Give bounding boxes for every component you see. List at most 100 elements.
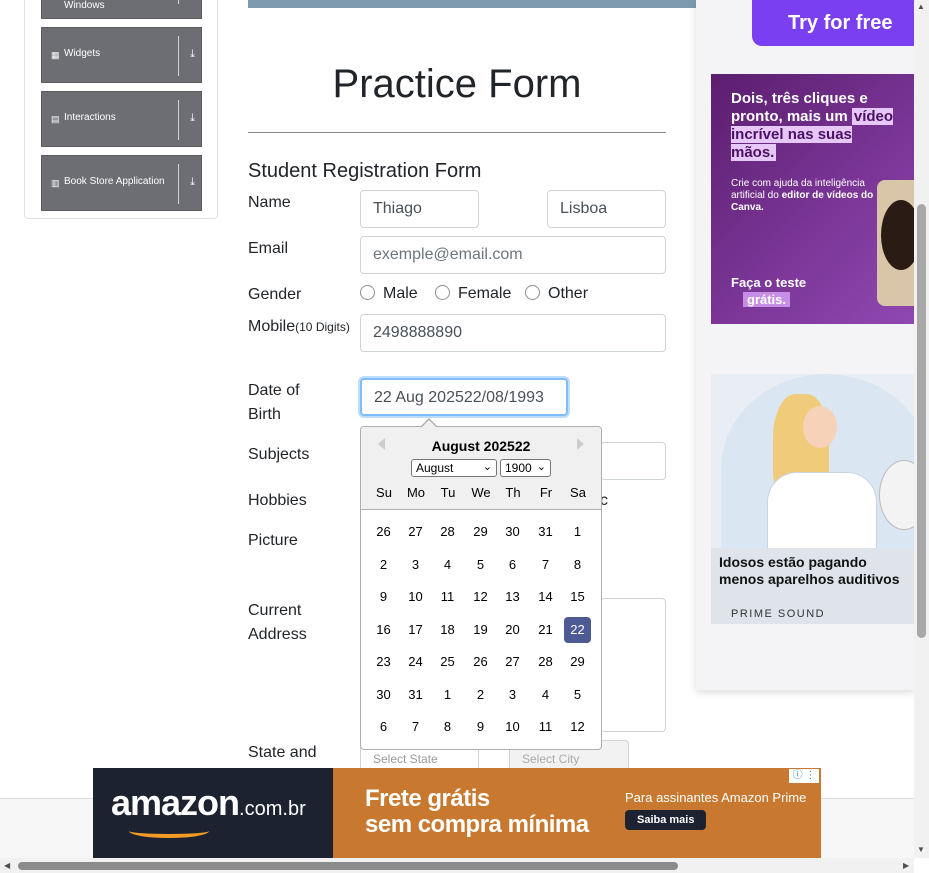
calendar-day[interactable]: 8 [564, 552, 591, 578]
calendar-day[interactable]: 18 [434, 617, 461, 643]
calendar-day[interactable]: 2 [467, 682, 494, 708]
divider [178, 100, 179, 140]
month-select-value: August [416, 461, 454, 475]
dob-label: Date of Birth [248, 379, 300, 427]
calendar-day[interactable]: 24 [402, 649, 429, 675]
calendar-day[interactable]: 2 [370, 552, 397, 578]
radio-label: Other [548, 285, 589, 302]
calendar-day[interactable]: 27 [402, 519, 429, 545]
calendar-day[interactable]: 31 [402, 682, 429, 708]
weekday-label: Th [505, 485, 521, 500]
canva-ad-cta: Faça o teste grátis. [731, 274, 806, 308]
prime-ad-brand: PRIME SOUND [731, 608, 826, 620]
amazon-wordmark: amazon.com.br [111, 782, 306, 824]
canva-ad-photo [877, 180, 917, 306]
calendar-day[interactable]: 20 [499, 617, 526, 643]
calendar-day[interactable]: 3 [402, 552, 429, 578]
calendar-day[interactable]: 7 [532, 552, 559, 578]
calendar-day[interactable]: 22 [564, 616, 591, 643]
radio-circle [360, 285, 375, 300]
calendar-day[interactable]: 6 [499, 552, 526, 578]
calendar-day[interactable]: 4 [532, 682, 559, 708]
prime-ad-headline: Idosos estão pagando menos aparelhos aud… [719, 554, 900, 587]
subjects-label: Subjects [248, 446, 310, 463]
date-picker-header: August 202522 August ⌄ 1900 ⌄ Su Mo Tu We Th… [361, 427, 601, 510]
calendar-day[interactable]: 12 [467, 584, 494, 610]
vertical-scrollbar-thumb[interactable] [917, 204, 926, 638]
calendar-day[interactable]: 12 [564, 714, 591, 740]
calendar-day[interactable]: 28 [532, 649, 559, 675]
dob-input[interactable]: 22 Aug 202522/08/1993 [360, 378, 568, 416]
divider [248, 132, 666, 133]
last-name-input[interactable]: Lisboa [547, 190, 666, 228]
calendar-day[interactable]: 23 [370, 649, 397, 675]
calendar-day[interactable]: 28 [434, 519, 461, 545]
calendar-day[interactable]: 16 [370, 617, 397, 643]
calendar-day[interactable]: 27 [499, 649, 526, 675]
calendar-day[interactable]: 7 [402, 714, 429, 740]
download-icon: ⤓ [190, 48, 195, 60]
chevron-down-icon: ⌄ [536, 461, 546, 473]
weekday-label: Mo [406, 485, 426, 500]
calendar-day[interactable]: 17 [402, 617, 429, 643]
gender-radio-female[interactable]: Female [435, 285, 511, 303]
month-select[interactable]: August ⌄ [411, 459, 497, 477]
gender-radio-other[interactable]: Other [525, 285, 588, 303]
calendar-day[interactable]: 10 [402, 584, 429, 610]
calendar-day[interactable]: 31 [532, 519, 559, 545]
calendar-day[interactable]: 21 [532, 617, 559, 643]
email-input[interactable]: exemple@email.com [360, 236, 666, 274]
saiba-mais-button[interactable]: Saiba mais [625, 810, 707, 830]
scroll-right-icon[interactable]: ▶ [903, 861, 909, 870]
weekday-label: Fr [539, 485, 553, 500]
calendar-day[interactable]: 29 [564, 649, 591, 675]
try-free-button[interactable]: Try for free [752, 0, 922, 46]
weekday-label: Sa [570, 485, 586, 500]
amazon-wordmark-text: amazon [111, 782, 240, 823]
calendar-day[interactable]: 6 [370, 714, 397, 740]
mobile-input[interactable]: 2498888890 [360, 314, 666, 352]
scroll-left-icon[interactable]: ◀ [4, 861, 10, 870]
horizontal-scrollbar-thumb[interactable] [18, 862, 678, 870]
calendar-day[interactable]: 30 [370, 682, 397, 708]
calendar-day[interactable]: 8 [434, 714, 461, 740]
calendar-day[interactable]: 19 [467, 617, 494, 643]
scroll-up-icon[interactable]: ▲ [917, 2, 925, 11]
calendar-day[interactable]: 3 [499, 682, 526, 708]
ad-info-icon[interactable]: ⓘ ⋮ [789, 769, 819, 783]
calendar-day[interactable]: 5 [467, 552, 494, 578]
calendar-day[interactable]: 1 [434, 682, 461, 708]
calendar-day[interactable]: 13 [499, 584, 526, 610]
calendar-day[interactable]: 30 [499, 519, 526, 545]
calendar-day[interactable]: 10 [499, 714, 526, 740]
address-label-line2: Address [248, 626, 307, 643]
calendar-day[interactable]: 26 [467, 649, 494, 675]
address-textarea[interactable] [600, 598, 666, 732]
amazon-ad-banner[interactable]: amazon.com.br Frete grátis sem compra mín… [93, 768, 821, 858]
calendar-day[interactable]: 14 [532, 584, 559, 610]
header-banner-strip [248, 0, 698, 8]
calendar-day[interactable]: 25 [434, 649, 461, 675]
illustration-doctor-face [803, 406, 837, 448]
calendar-day[interactable]: 26 [370, 519, 397, 545]
prime-sound-ad[interactable]: Idosos estão pagando menos aparelhos aud… [711, 374, 916, 624]
calendar-day[interactable]: 29 [467, 519, 494, 545]
calendar-day[interactable]: 11 [532, 714, 559, 740]
calendar-day[interactable]: 1 [564, 519, 591, 545]
calendar-day[interactable]: 15 [564, 584, 591, 610]
calendar-day[interactable]: 4 [434, 552, 461, 578]
sidebar-group-interactions[interactable]: ▤ Interactions ⤓ [41, 91, 202, 147]
first-name-input[interactable]: Thiago [360, 190, 479, 228]
scroll-down-icon[interactable]: ▼ [917, 845, 925, 854]
subjects-input[interactable] [600, 442, 666, 480]
calendar-day[interactable]: 9 [370, 584, 397, 610]
sidebar-group-book-store[interactable]: ▥ Book Store Application ⤓ [41, 155, 202, 211]
calendar-day[interactable]: 9 [467, 714, 494, 740]
canva-ad[interactable]: Dois, três cliques e pronto, mais um víd… [711, 74, 917, 324]
calendar-day[interactable]: 5 [564, 682, 591, 708]
sidebar-group-windows[interactable]: Windows ⤓ [41, 0, 202, 19]
year-select[interactable]: 1900 ⌄ [500, 459, 551, 477]
sidebar-group-widgets[interactable]: ▦ Widgets ⤓ [41, 27, 202, 83]
calendar-day[interactable]: 11 [434, 584, 461, 610]
gender-radio-male[interactable]: Male [360, 285, 418, 303]
